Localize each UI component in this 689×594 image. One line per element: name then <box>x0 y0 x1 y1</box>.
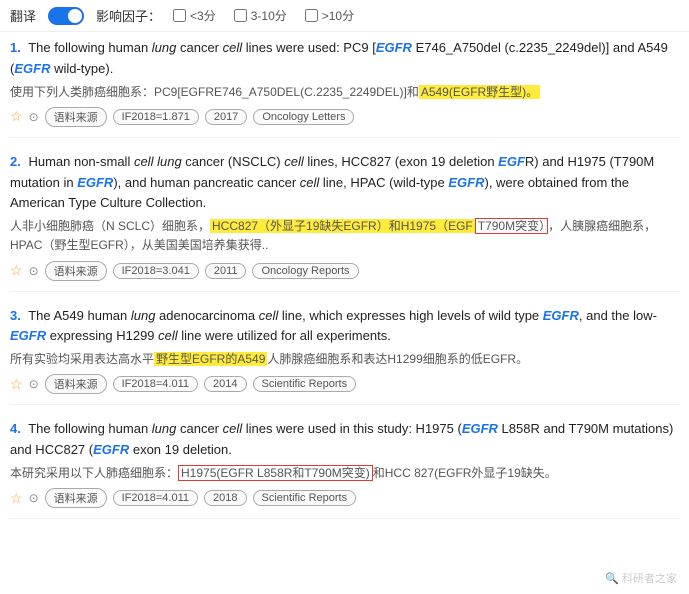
result-2-en: 2. Human non-small cell lung cancer (NSC… <box>10 152 679 214</box>
tag-journal-2: Oncology Reports <box>252 263 358 279</box>
egfr-1a: EGFR <box>376 40 412 55</box>
cell-2c: cell <box>300 175 320 190</box>
egfr-3a: EGFR <box>543 308 579 323</box>
highlight-2b: T790M突变） <box>475 218 548 234</box>
watermark: 🔍 科研者之家 <box>605 570 677 586</box>
result-item-3: 3. The A549 human lung adenocarcinoma ce… <box>10 306 679 406</box>
result-1-number: 1. <box>10 40 21 55</box>
tag-journal-4: Scientific Reports <box>253 490 357 506</box>
tag-year-4: 2018 <box>204 490 246 506</box>
lung-1: lung <box>152 40 177 55</box>
egfr-2c: EGFR <box>448 175 484 190</box>
cell-2b: cell <box>284 154 304 169</box>
star-icon-1[interactable]: ☆ <box>10 108 23 125</box>
lung-4: lung <box>152 421 177 436</box>
result-item-4: 4. The following human lung cancer cell … <box>10 419 679 519</box>
result-1-en: 1. The following human lung cancer cell … <box>10 38 679 80</box>
filter-gt10-checkbox[interactable] <box>305 9 318 22</box>
filter-gt10[interactable]: >10分 <box>305 7 354 24</box>
highlight-3: 野生型EGFR的A549 <box>154 352 267 366</box>
filter-lt3[interactable]: <3分 <box>173 7 216 24</box>
result-3-en: 3. The A549 human lung adenocarcinoma ce… <box>10 306 679 348</box>
egfr-4a: EGFR <box>462 421 498 436</box>
egfr-3b: EGFR <box>10 328 46 343</box>
filter-gt10-label: >10分 <box>322 7 354 24</box>
results-list: 1. The following human lung cancer cell … <box>0 32 689 539</box>
lung-3: lung <box>131 308 156 323</box>
result-4-en: 4. The following human lung cancer cell … <box>10 419 679 461</box>
translate-toggle[interactable] <box>48 7 84 25</box>
result-2-cn: 人非小细胞肺癌（N SCLC）细胞系，HCC827（外显子19缺失EGFR）和H… <box>10 217 679 255</box>
recycle-icon-3[interactable]: ⊙ <box>29 377 39 391</box>
tag-year-1: 2017 <box>205 109 247 125</box>
top-bar: 翻译 影响因子： <3分 3-10分 >10分 <box>0 0 689 32</box>
tag-year-3: 2014 <box>204 376 246 392</box>
result-4-cn: 本研究采用以下人肺癌细胞系：H1975(EGFR L858R和T790M突变)和… <box>10 464 679 483</box>
cell-4a: cell <box>223 421 243 436</box>
tag-if-4: IF2018=4.011 <box>113 490 198 506</box>
result-3-cn: 所有实验均采用表达高水平野生型EGFR的A549人肺腺癌细胞系和表达H1299细… <box>10 350 679 369</box>
cell-2a: cell <box>134 154 154 169</box>
cell-1: cell <box>223 40 243 55</box>
egfr-2a: EGF <box>498 154 525 169</box>
recycle-icon-1[interactable]: ⊙ <box>29 110 39 124</box>
filter-3-10-checkbox[interactable] <box>234 9 247 22</box>
recycle-icon-2[interactable]: ⊙ <box>29 264 39 278</box>
tag-journal-3: Scientific Reports <box>253 376 357 392</box>
result-1-cn: 使用下列人类肺癌细胞系：PC9[EGFRE746_A750DEL(C.2235_… <box>10 83 679 102</box>
tag-journal-1: Oncology Letters <box>253 109 354 125</box>
impact-factor-label: 影响因子： <box>96 6 161 25</box>
filter-3-10[interactable]: 3-10分 <box>234 7 287 24</box>
result-item-2: 2. Human non-small cell lung cancer (NSC… <box>10 152 679 292</box>
result-item-1: 1. The following human lung cancer cell … <box>10 38 679 138</box>
highlight-1: A549(EGFR野生型)。 <box>419 85 540 99</box>
tag-if-1: IF2018=1.871 <box>113 109 199 125</box>
lung-2: lung <box>157 154 182 169</box>
tag-source-2[interactable]: 语料来源 <box>45 261 107 281</box>
filter-3-10-label: 3-10分 <box>251 7 287 24</box>
tag-source-3[interactable]: 语料来源 <box>45 374 107 394</box>
result-3-number: 3. <box>10 308 21 323</box>
tag-if-3: IF2018=4.011 <box>113 376 198 392</box>
result-3-meta: ☆ ⊙ 语料来源 IF2018=4.011 2014 Scientific Re… <box>10 374 679 394</box>
filter-lt3-checkbox[interactable] <box>173 9 186 22</box>
tag-source-1[interactable]: 语料来源 <box>45 107 107 127</box>
egfr-4b: EGFR <box>93 442 129 457</box>
result-4-number: 4. <box>10 421 21 436</box>
star-icon-2[interactable]: ☆ <box>10 262 23 279</box>
highlight-4: H1975(EGFR L858R和T790M突变) <box>178 465 373 481</box>
egfr-2b: EGFR <box>77 175 113 190</box>
egfr-1b: EGFR <box>14 61 50 76</box>
result-2-meta: ☆ ⊙ 语料来源 IF2018=3.041 2011 Oncology Repo… <box>10 261 679 281</box>
star-icon-4[interactable]: ☆ <box>10 490 23 507</box>
tag-if-2: IF2018=3.041 <box>113 263 199 279</box>
tag-year-2: 2011 <box>205 263 247 279</box>
cell-3b: cell <box>158 328 178 343</box>
result-4-meta: ☆ ⊙ 语料来源 IF2018=4.011 2018 Scientific Re… <box>10 488 679 508</box>
toggle-knob <box>68 9 82 23</box>
highlight-2a: HCC827（外显子19缺失EGFR）和H1975（EGF <box>210 219 475 233</box>
cell-3a: cell <box>259 308 279 323</box>
recycle-icon-4[interactable]: ⊙ <box>29 491 39 505</box>
result-2-number: 2. <box>10 154 21 169</box>
translate-label: 翻译 <box>10 6 36 25</box>
tag-source-4[interactable]: 语料来源 <box>45 488 107 508</box>
star-icon-3[interactable]: ☆ <box>10 376 23 393</box>
result-1-meta: ☆ ⊙ 语料来源 IF2018=1.871 2017 Oncology Lett… <box>10 107 679 127</box>
filter-lt3-label: <3分 <box>190 7 216 24</box>
